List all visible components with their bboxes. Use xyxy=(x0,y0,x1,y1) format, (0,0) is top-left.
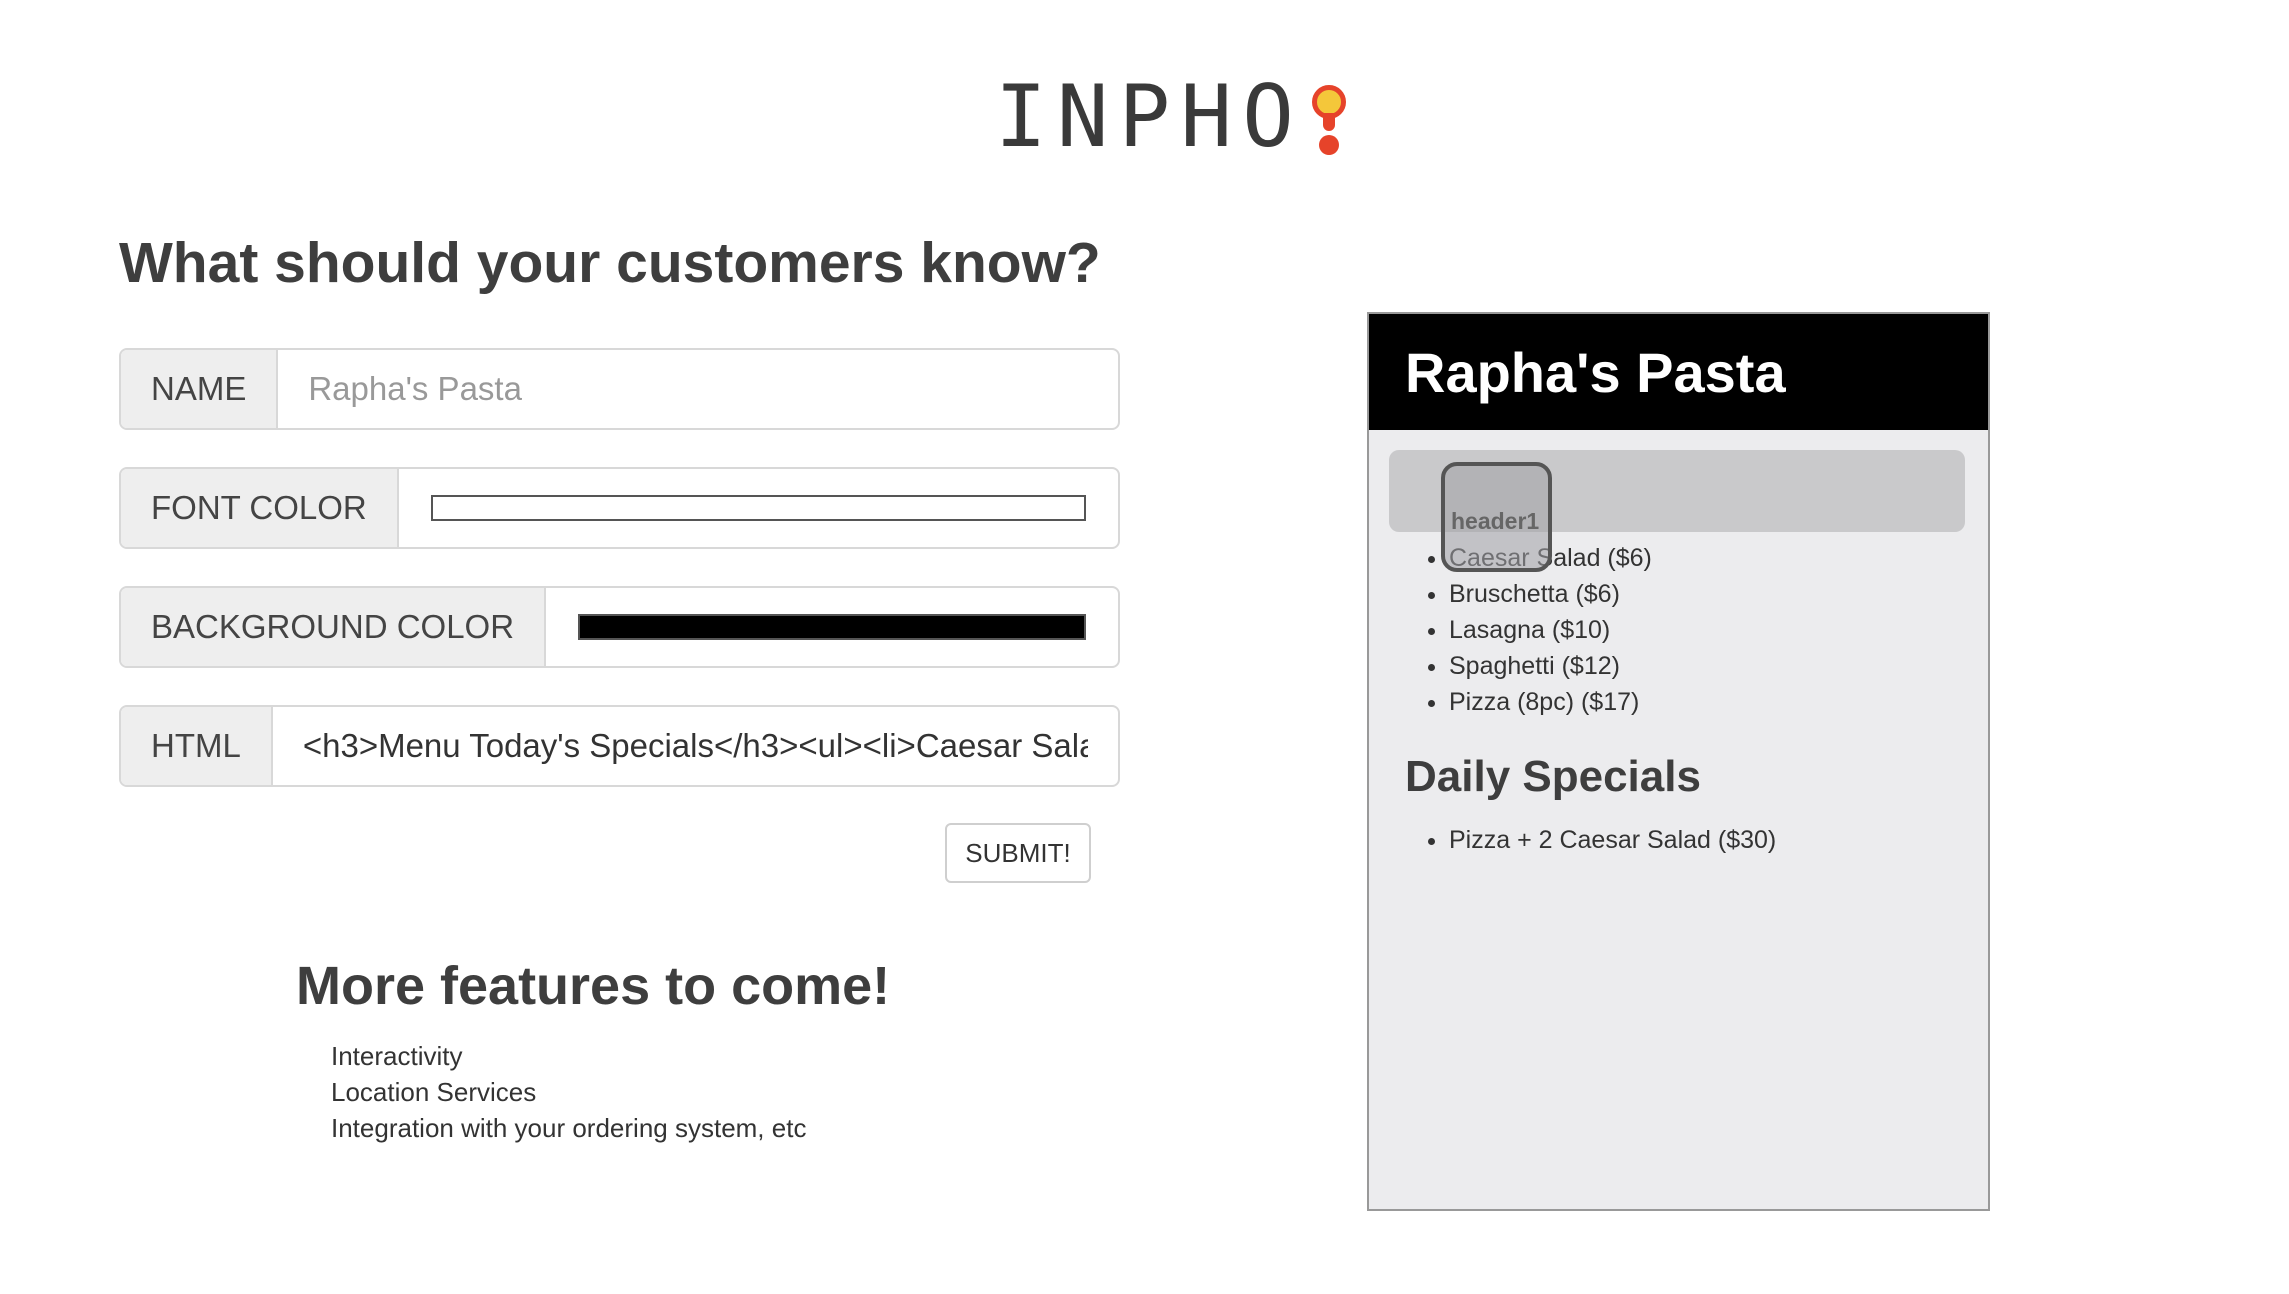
menu-item: Bruschetta ($6) xyxy=(1449,576,1652,612)
preview-title: Rapha's Pasta xyxy=(1405,340,1786,404)
font-color-field-group: FONT COLOR xyxy=(119,467,1120,549)
menu-item: Spaghetti ($12) xyxy=(1449,648,1652,684)
drag-chip-label: header1 xyxy=(1451,508,1540,534)
menu-item: Pizza (8pc) ($17) xyxy=(1449,684,1652,720)
html-input[interactable] xyxy=(300,726,1090,766)
submit-button[interactable]: SUBMIT! xyxy=(945,823,1091,883)
feature-item: Interactivity xyxy=(331,1041,463,1071)
html-label: HTML xyxy=(121,707,273,785)
feature-item: Location Services xyxy=(331,1077,537,1107)
menu-item: Lasagna ($10) xyxy=(1449,612,1652,648)
preview-panel: Rapha's Pasta Caesar Salad ($6) Bruschet… xyxy=(1367,312,1990,1211)
lightbulb-icon xyxy=(1310,77,1350,157)
font-color-picker[interactable] xyxy=(430,495,1086,521)
font-color-label: FONT COLOR xyxy=(121,469,399,547)
specials-title: Daily Specials xyxy=(1405,752,1701,801)
background-color-label: BACKGROUND COLOR xyxy=(121,588,547,666)
page-title: What should your customers know? xyxy=(119,231,1101,295)
app-logo: INPHO xyxy=(995,72,1350,162)
preview-header: Rapha's Pasta xyxy=(1369,314,1988,430)
specials-item: Pizza + 2 Caesar Salad ($30) xyxy=(1449,822,1776,858)
name-label: NAME xyxy=(121,350,279,428)
feature-item: Integration with your ordering system, e… xyxy=(331,1113,807,1143)
header1-drag-chip[interactable]: header1 xyxy=(1441,462,1552,572)
html-field-group: HTML xyxy=(119,705,1120,787)
logo-text: INPHO xyxy=(995,67,1304,167)
specials-list: Pizza + 2 Caesar Salad ($30) xyxy=(1407,822,1776,858)
features-title: More features to come! xyxy=(296,956,891,1016)
features-list: Interactivity Location Services Integrat… xyxy=(331,1038,806,1146)
background-color-field-group: BACKGROUND COLOR xyxy=(119,586,1120,668)
name-input[interactable] xyxy=(306,369,1090,409)
name-field-group: NAME xyxy=(119,348,1120,430)
background-color-picker[interactable] xyxy=(578,614,1086,640)
